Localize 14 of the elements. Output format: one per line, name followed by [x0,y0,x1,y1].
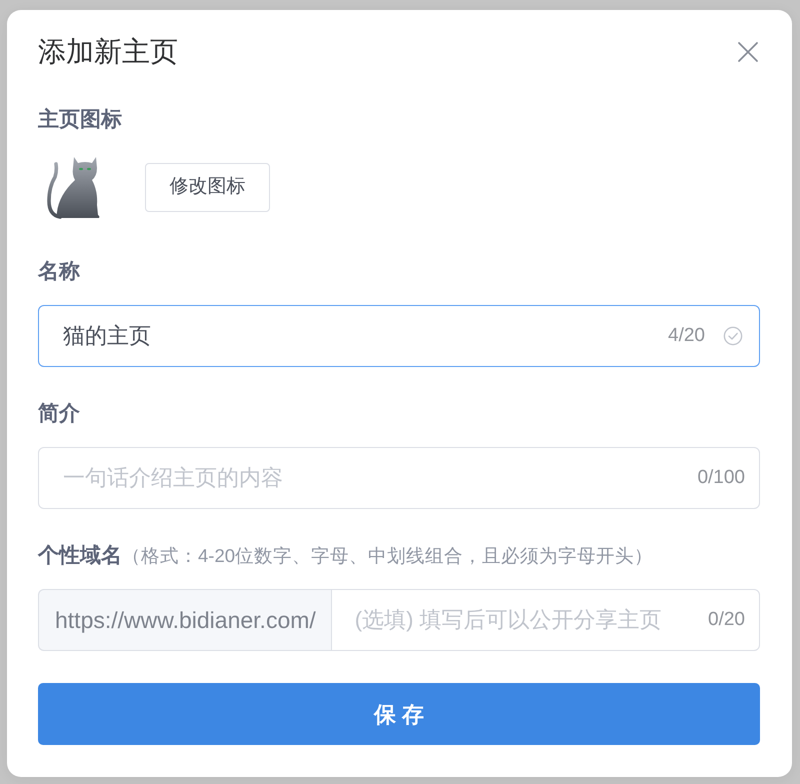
url-prefix: https://www.bidianer.com/ [38,589,331,651]
change-icon-button[interactable]: 修改图标 [145,162,270,212]
cat-icon [45,155,101,219]
character-counter: 4/20 [668,324,705,348]
dialog-title: 添加新主页 [38,35,178,69]
format-hint: （格式：4-20位数字、字母、中划线组合，且必须为字母开头） [122,544,654,568]
character-counter: 0/100 [697,466,745,490]
close-button[interactable] [737,41,759,63]
section-label: 主页图标 [38,108,123,132]
character-counter: 0/20 [708,608,745,632]
field-label: 个性域名 [38,544,122,568]
field-label: 简介 [38,402,81,426]
field-label: 名称 [38,260,81,284]
save-button[interactable]: 保 存 [38,683,760,745]
